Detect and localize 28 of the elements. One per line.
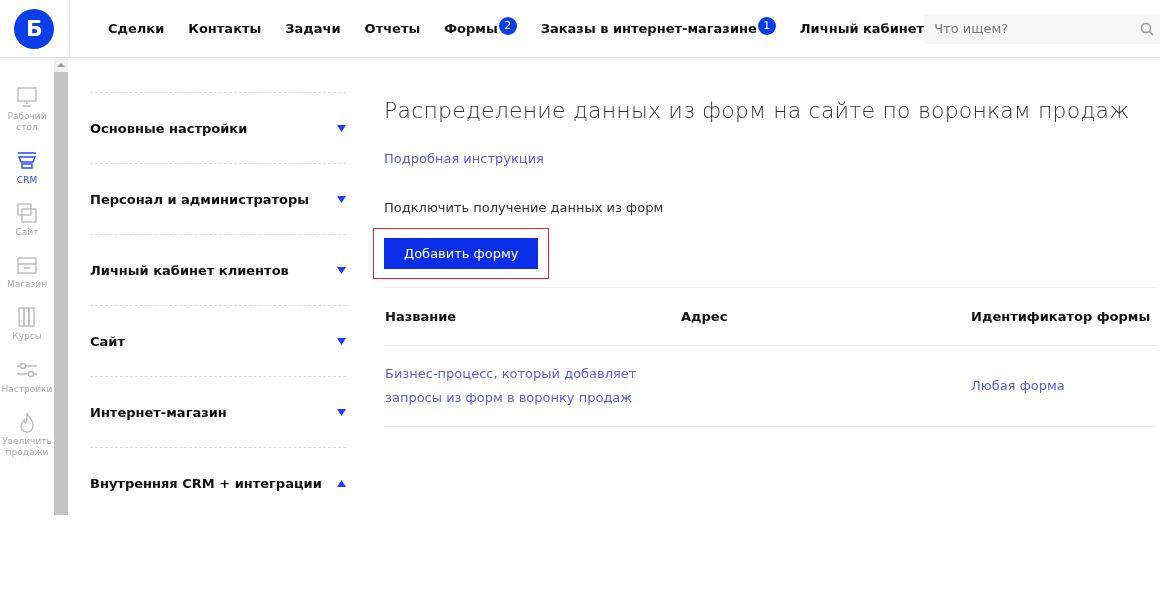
column-header: Название — [385, 309, 457, 324]
accordion-header[interactable]: Внутренняя CRM + интеграции — [90, 447, 346, 518]
logo[interactable]: Б — [14, 8, 55, 49]
process-link[interactable]: Бизнес-процесс, который добавляет запросы из форм в воронку продаж — [385, 362, 679, 410]
accordion-header[interactable]: Сайт — [90, 305, 346, 376]
nav-link[interactable]: Контакты — [188, 21, 262, 36]
column-header: Идентификатор формы — [971, 309, 1151, 324]
instruction-link[interactable]: Подробная инструкция — [384, 151, 1156, 166]
search-icon — [1140, 21, 1154, 36]
accordion-header[interactable]: Интернет-магазин — [90, 376, 346, 447]
nav-link[interactable]: Задачи — [285, 21, 341, 36]
count-badge: 1 — [757, 16, 776, 35]
accordion-header[interactable]: Личный кабинет клиентов — [90, 234, 346, 305]
accordion-header[interactable]: Персонал и администраторы — [90, 163, 346, 234]
scroll-up-icon[interactable] — [54, 58, 68, 72]
search-field[interactable]: Что ищем? — [924, 13, 1160, 44]
count-badge: 2 — [498, 16, 517, 35]
section-label: Подключить получение данных из форм — [384, 200, 665, 215]
add-form-button[interactable]: Добавить форму — [384, 238, 539, 269]
desktop-icon — [16, 86, 38, 108]
accordion-header[interactable]: Основные настройки — [90, 92, 346, 163]
page-title: Распределение данных из форм на сайте по воронкам продаж — [384, 98, 1131, 123]
form-link[interactable]: Любая форма — [971, 374, 1155, 398]
nav-link[interactable]: Личный кабинет — [799, 21, 925, 36]
sidebar-item[interactable]: CRM — [0, 149, 54, 186]
column-header: Адрес — [681, 309, 728, 324]
nav-link[interactable]: Сделки — [107, 21, 165, 36]
nav-link[interactable]: Отчеты — [364, 21, 421, 36]
